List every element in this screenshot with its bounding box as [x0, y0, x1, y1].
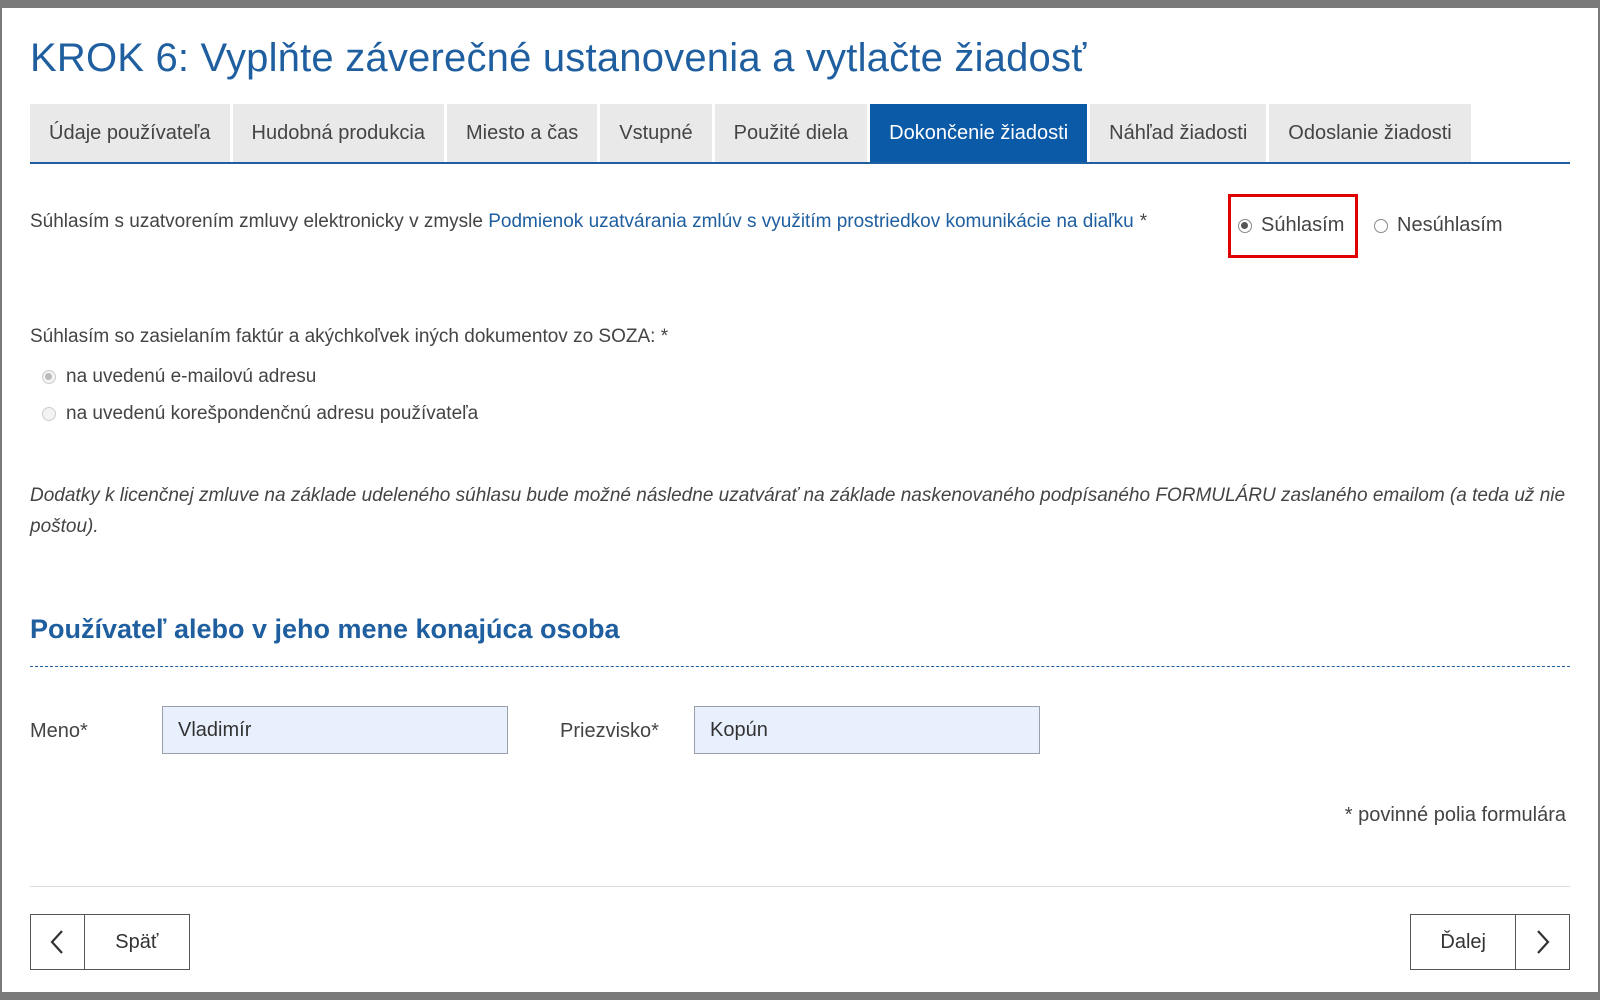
chevron-right-icon	[1515, 915, 1569, 969]
next-button-label: Ďalej	[1440, 930, 1486, 953]
page-title: KROK 6: Vyplňte záverečné ustanovenia a …	[30, 36, 1087, 80]
form-window: KROK 6: Vyplňte záverečné ustanovenia a …	[0, 8, 1598, 992]
documents-email-radio[interactable]	[42, 370, 56, 384]
first-name-input[interactable]	[162, 706, 508, 754]
tab-nahlad-ziadosti[interactable]: Náhľad žiadosti	[1090, 104, 1267, 162]
consent-terms-link[interactable]: Podmienok uzatvárania zmlúv s využitím p…	[488, 211, 1134, 232]
agree-radio[interactable]	[1238, 218, 1252, 233]
documents-email-option[interactable]: na uvedenú e-mailovú adresu	[42, 366, 316, 388]
documents-postal-option[interactable]: na uvedenú korešpondenčnú adresu používa…	[42, 403, 478, 425]
addendum-note: Dodatky k licenčnej zmluve na základe ud…	[30, 485, 1566, 537]
documents-email-label: na uvedenú e-mailovú adresu	[66, 366, 317, 387]
disagree-radio-label: Nesúhlasím	[1397, 214, 1503, 236]
section-divider	[30, 666, 1570, 667]
back-button-label: Späť	[115, 930, 159, 953]
next-button[interactable]: Ďalej	[1410, 914, 1570, 970]
tab-udaje-pouzivatela[interactable]: Údaje používateľa	[30, 104, 230, 162]
required-mark: *	[1139, 211, 1148, 232]
disagree-radio[interactable]	[1374, 218, 1388, 233]
tab-odoslanie-ziadosti[interactable]: Odoslanie žiadosti	[1269, 104, 1471, 162]
tab-pouzite-diela[interactable]: Použité diela	[714, 104, 868, 162]
tab-dokoncenie-ziadosti[interactable]: Dokončenie žiadosti	[870, 104, 1088, 162]
documents-postal-label: na uvedenú korešpondenčnú adresu používa…	[66, 403, 479, 424]
documents-label: Súhlasím so zasielaním faktúr a akýchkoľ…	[30, 326, 656, 347]
documents-postal-radio[interactable]	[42, 407, 56, 421]
back-button[interactable]: Späť	[30, 914, 190, 970]
first-name-label: Meno*	[30, 720, 88, 742]
tab-miesto-a-cas[interactable]: Miesto a čas	[446, 104, 598, 162]
required-fields-note: * povinné polia formulára	[1344, 804, 1566, 826]
last-name-label: Priezvisko*	[560, 720, 659, 742]
agree-radio-label: Súhlasím	[1261, 214, 1345, 236]
step-tabs: Údaje používateľa Hudobná produkcia Mies…	[30, 104, 1570, 164]
person-section-title: Používateľ alebo v jeho mene konajúca os…	[30, 614, 620, 644]
disagree-radio-option[interactable]: Nesúhlasím	[1374, 214, 1503, 237]
consent-text: Súhlasím s uzatvorením zmluvy elektronic…	[30, 211, 489, 232]
documents-question: Súhlasím so zasielaním faktúr a akýchkoľ…	[30, 326, 668, 348]
consent-question: Súhlasím s uzatvorením zmluvy elektronic…	[30, 206, 1170, 237]
tab-hudobna-produkcia[interactable]: Hudobná produkcia	[232, 104, 444, 162]
agree-radio-option[interactable]: Súhlasím	[1238, 214, 1344, 237]
footer-divider	[30, 886, 1570, 887]
chevron-left-icon	[31, 915, 85, 969]
required-mark: *	[660, 326, 669, 347]
tab-vstupne[interactable]: Vstupné	[600, 104, 712, 162]
last-name-input[interactable]	[694, 706, 1040, 754]
